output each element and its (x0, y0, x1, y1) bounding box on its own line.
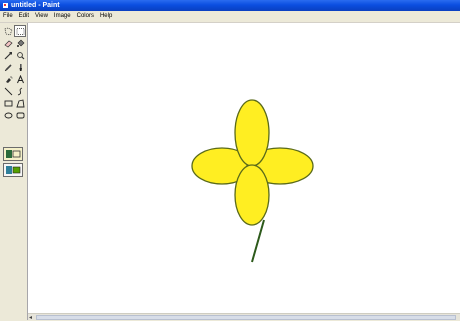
menu-view[interactable]: View (32, 11, 51, 22)
pencil-icon (4, 63, 12, 71)
color-picker-icon (4, 51, 12, 59)
fill-style-option-filled[interactable] (3, 163, 23, 177)
rectangle-icon (4, 100, 12, 106)
airbrush-tool[interactable] (2, 73, 14, 85)
eraser-icon (3, 40, 13, 47)
menu-file[interactable]: File (0, 11, 16, 22)
magnifier-icon (16, 51, 24, 59)
menu-bar: File Edit View Image Colors Help (0, 11, 460, 23)
color-picker-tool[interactable] (2, 49, 14, 61)
petal-top (234, 99, 270, 167)
text-icon (16, 74, 24, 83)
fill-bucket-tool[interactable] (14, 37, 26, 49)
title-bar: untitled - Paint (0, 0, 460, 11)
magnifier-tool[interactable] (14, 49, 26, 61)
fill-style-outline-icon (6, 150, 21, 158)
fill-style-filled-icon (6, 166, 21, 174)
rectangle-tool[interactable] (2, 97, 14, 109)
free-select-icon (4, 27, 13, 35)
fill-style-option-outline[interactable] (3, 147, 23, 161)
ellipse-icon (4, 112, 12, 118)
curve-tool[interactable] (14, 85, 26, 97)
window-title: untitled - Paint (11, 2, 60, 9)
petal-bottom (234, 164, 270, 226)
curve-icon (17, 87, 22, 95)
eraser-tool[interactable] (2, 37, 14, 49)
drawing-canvas[interactable] (28, 23, 460, 320)
menu-image[interactable]: Image (51, 11, 74, 22)
polygon-tool[interactable] (14, 97, 26, 109)
menu-edit[interactable]: Edit (16, 11, 32, 22)
brush-icon (19, 63, 22, 71)
rect-select-icon (16, 27, 24, 35)
scroll-thumb[interactable] (36, 315, 456, 320)
flower-drawing (191, 99, 314, 263)
paint-app-icon (2, 2, 9, 9)
horizontal-scrollbar[interactable]: ◂ (28, 313, 460, 321)
airbrush-icon (5, 75, 12, 83)
flower-stem (251, 219, 265, 263)
fill-bucket-icon (16, 39, 24, 47)
line-icon (4, 87, 12, 95)
rounded-rect-icon (16, 112, 24, 118)
polygon-icon (15, 98, 25, 107)
toolbox (0, 23, 28, 320)
rect-select-tool[interactable] (14, 25, 26, 37)
pencil-tool[interactable] (2, 61, 14, 73)
menu-colors[interactable]: Colors (74, 11, 97, 22)
ellipse-tool[interactable] (2, 109, 14, 121)
text-tool[interactable] (14, 73, 26, 85)
tool-grid (2, 25, 26, 121)
line-tool[interactable] (2, 85, 14, 97)
rounded-rect-tool[interactable] (14, 109, 26, 121)
free-select-tool[interactable] (2, 25, 14, 37)
menu-help[interactable]: Help (97, 11, 115, 22)
brush-tool[interactable] (14, 61, 26, 73)
